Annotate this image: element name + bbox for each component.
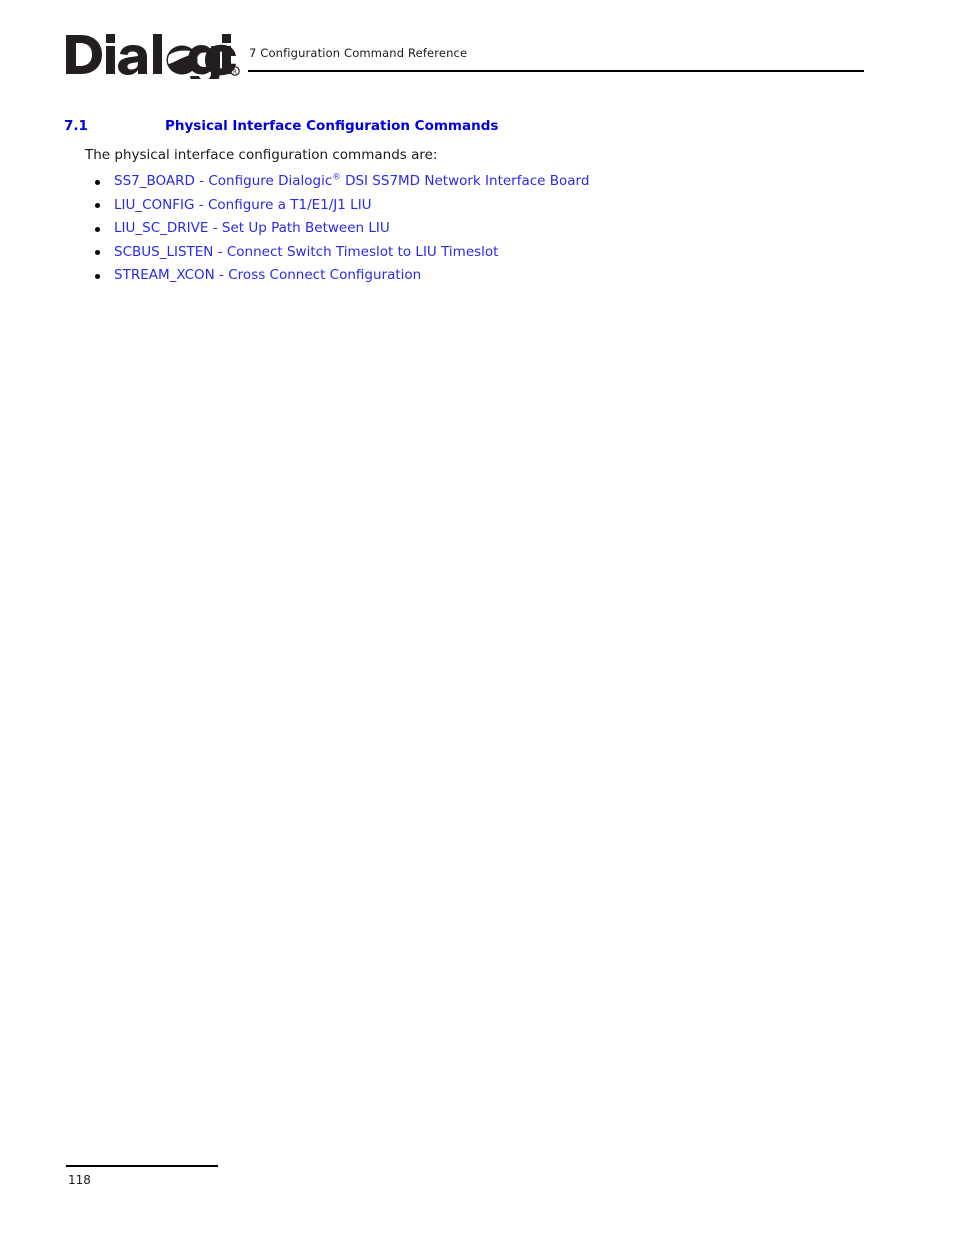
command-link-list: SS7_BOARD - Configure Dialogic® DSI SS7M… xyxy=(86,170,589,288)
bullet-icon xyxy=(95,273,100,279)
command-description: Cross Connect Configuration xyxy=(228,267,422,283)
command-separator: - xyxy=(208,220,222,236)
command-link-scbus-listen[interactable]: SCBUS_LISTEN - Connect Switch Timeslot t… xyxy=(114,244,498,260)
command-link-liu-sc-drive[interactable]: LIU_SC_DRIVE - Set Up Path Between LIU xyxy=(114,220,390,236)
section-intro-text: The physical interface configuration com… xyxy=(85,147,438,163)
command-separator: - xyxy=(214,267,229,283)
registered-mark-icon: ® xyxy=(332,172,341,183)
header-divider xyxy=(248,70,864,72)
command-description: Configure a T1/E1/J1 LIU xyxy=(207,196,372,213)
command-description-tail: DSI SS7MD Network Interface Board xyxy=(340,173,590,189)
command-separator: - xyxy=(213,243,227,260)
command-name: LIU_SC_DRIVE xyxy=(114,220,209,236)
footer-divider xyxy=(66,1165,218,1167)
dialogic-logo: R xyxy=(64,31,240,79)
command-name: SCBUS_LISTEN xyxy=(114,243,214,260)
section-number: 7.1 xyxy=(64,118,88,134)
page-footer: 118 xyxy=(0,1155,954,1235)
command-link-liu-config[interactable]: LIU_CONFIG - Configure a T1/E1/J1 LIU xyxy=(114,197,372,213)
list-item: STREAM_XCON - Cross Connect Configuratio… xyxy=(86,264,589,288)
svg-text:R: R xyxy=(233,70,237,76)
list-item: LIU_SC_DRIVE - Set Up Path Between LIU xyxy=(86,217,589,241)
bullet-icon xyxy=(95,250,100,255)
command-description: Connect Switch Timeslot to LIU Timeslot xyxy=(226,243,499,260)
command-link-ss7-board[interactable]: SS7_BOARD - Configure Dialogic® DSI SS7M… xyxy=(114,173,589,189)
command-description: Configure Dialogic xyxy=(208,173,333,189)
bullet-icon xyxy=(95,226,100,232)
running-head: 7 Configuration Command Reference xyxy=(249,46,468,60)
bullet-icon xyxy=(95,203,100,208)
list-item: SCBUS_LISTEN - Connect Switch Timeslot t… xyxy=(86,241,589,265)
command-description: Set Up Path Between LIU xyxy=(221,220,390,236)
list-item: LIU_CONFIG - Configure a T1/E1/J1 LIU xyxy=(86,194,589,218)
section-title: Physical Interface Configuration Command… xyxy=(165,118,499,134)
command-link-stream-xcon[interactable]: STREAM_XCON - Cross Connect Configuratio… xyxy=(114,267,421,283)
list-item: SS7_BOARD - Configure Dialogic® DSI SS7M… xyxy=(86,170,589,194)
command-name: SS7_BOARD xyxy=(114,173,195,189)
command-separator: - xyxy=(194,173,209,189)
page-header: R 7 Configuration Command Reference xyxy=(0,0,954,100)
section-heading: 7.1 Physical Interface Configuration Com… xyxy=(0,100,954,134)
page-content: 7.1 Physical Interface Configuration Com… xyxy=(0,100,954,283)
command-name: STREAM_XCON xyxy=(114,267,215,283)
page-number: 118 xyxy=(68,1173,91,1187)
command-name: LIU_CONFIG xyxy=(114,196,195,213)
command-separator: - xyxy=(194,196,208,213)
bullet-icon xyxy=(95,179,100,185)
